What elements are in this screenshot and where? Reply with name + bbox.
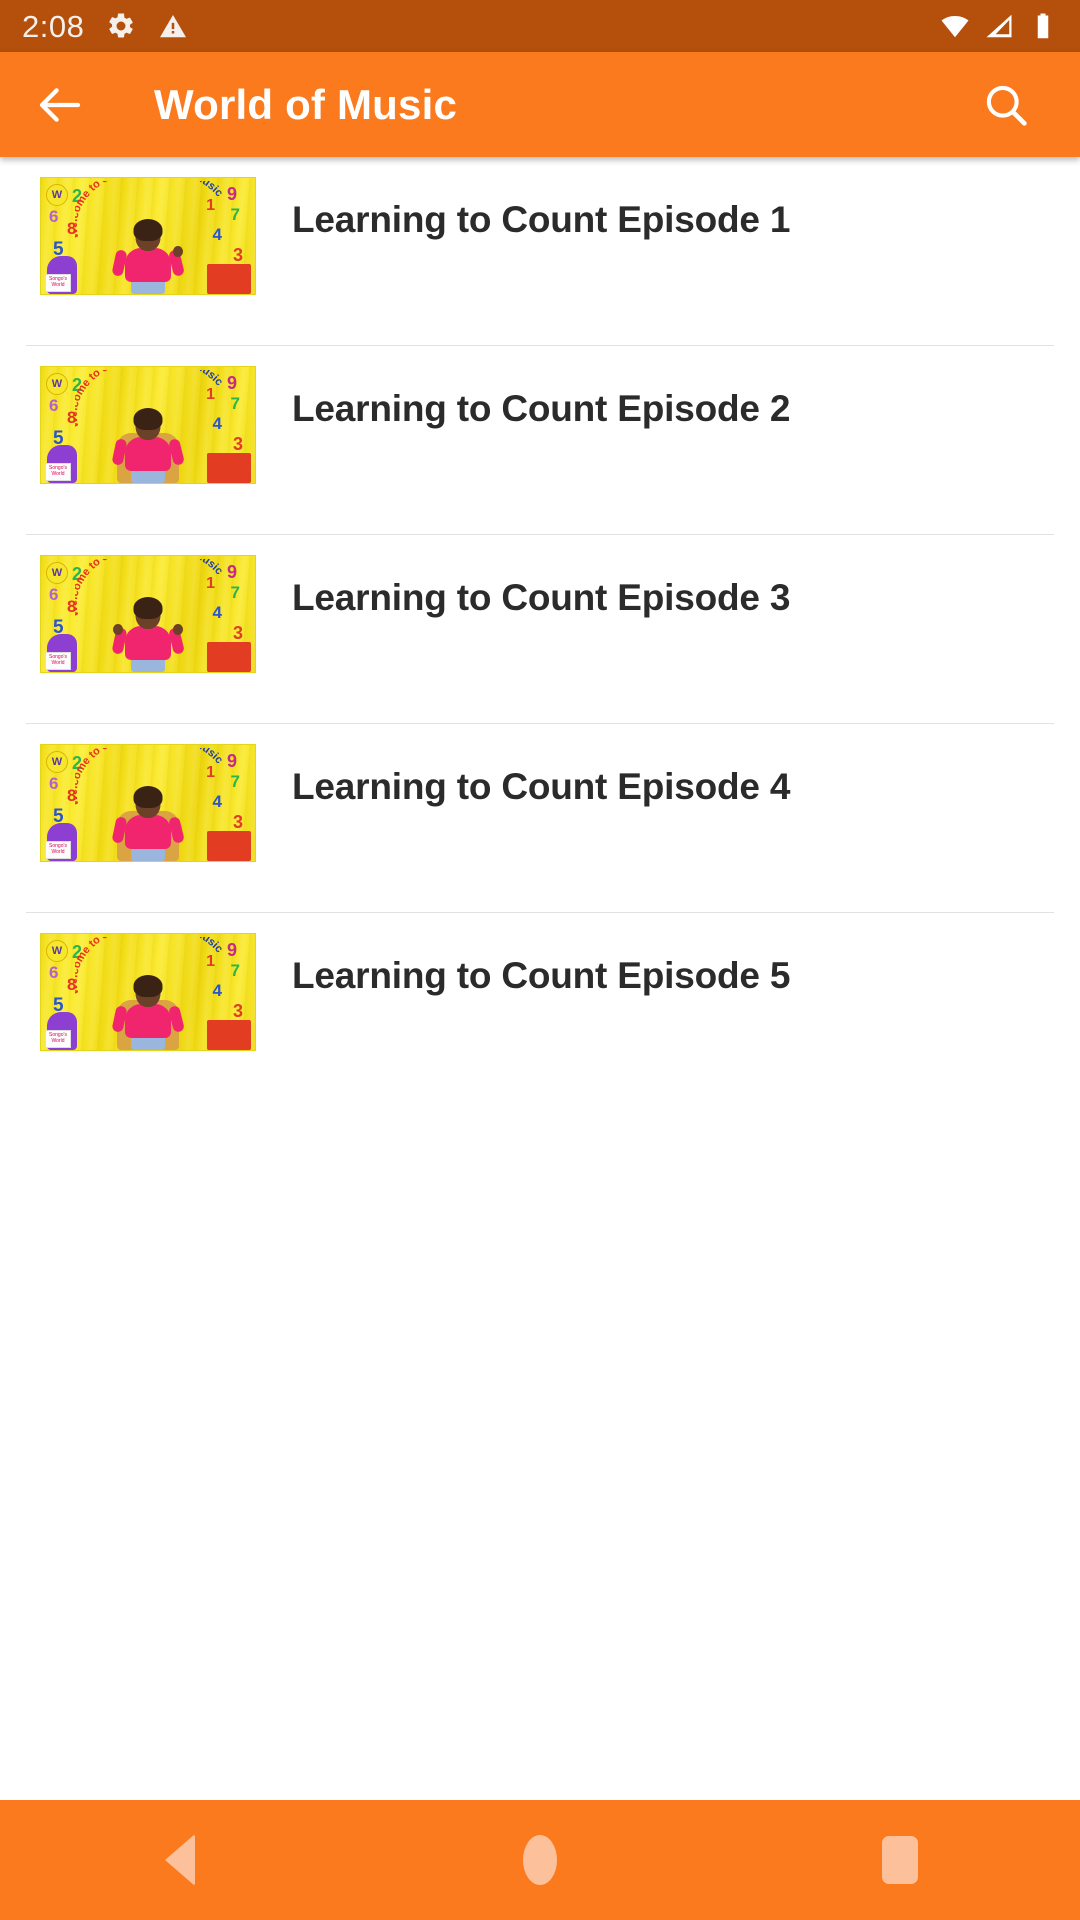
list-item-title: Learning to Count Episode 3	[292, 577, 791, 618]
thumb-number-7: 7	[230, 961, 240, 980]
settings-gear-icon	[109, 13, 134, 38]
channel-logo: Songo's World	[45, 274, 71, 292]
triangle-back-icon	[165, 1834, 195, 1886]
episode-list[interactable]: W 2 6 8 5 9 1 7 4 3 Welcome to Songo's W…	[0, 157, 1080, 1800]
thumb-number-3: 3	[232, 1001, 243, 1021]
presenter-figure	[111, 219, 185, 294]
thumb-number-7: 7	[230, 205, 240, 224]
presenter-figure	[111, 975, 185, 1050]
system-navigation-bar	[0, 1800, 1080, 1920]
toy-box-prop	[207, 1020, 251, 1050]
songo-badge-icon: W	[46, 373, 68, 395]
nav-back-button[interactable]	[80, 1800, 280, 1920]
list-item[interactable]: W 2 6 8 5 9 1 7 4 3 Welcome to Songo's W…	[0, 724, 1080, 913]
thumbnail-art: W 2 6 8 5 9 1 7 4 3 Welcome to Songo's W…	[41, 556, 255, 672]
search-button[interactable]	[954, 52, 1058, 157]
list-item[interactable]: W 2 6 8 5 9 1 7 4 3 Welcome to Songo's W…	[0, 346, 1080, 535]
thumbnail-art: W 2 6 8 5 9 1 7 4 3 Welcome to Songo's W…	[41, 178, 255, 294]
thumb-number-6: 6	[49, 963, 59, 982]
thumb-number-3: 3	[232, 623, 243, 643]
thumb-number-3: 3	[232, 434, 243, 454]
thumb-number-6: 6	[49, 585, 59, 604]
songo-badge-icon: W	[46, 562, 68, 584]
list-item[interactable]: W 2 6 8 5 9 1 7 4 3 Welcome to Songo's W…	[0, 535, 1080, 724]
circle-home-icon	[523, 1835, 557, 1885]
status-bar-left: 2:08	[22, 11, 940, 42]
episode-thumbnail[interactable]: W 2 6 8 5 9 1 7 4 3 Welcome to Songo's W…	[40, 366, 256, 484]
warning-triangle-icon	[160, 15, 187, 38]
app-bar: World of Music	[0, 52, 1080, 157]
thumb-number-7: 7	[230, 772, 240, 791]
status-bar-clock: 2:08	[22, 8, 85, 44]
thumb-number-6: 6	[49, 207, 59, 226]
search-icon	[986, 85, 1027, 126]
thumbnail-art: W 2 6 8 5 9 1 7 4 3 Welcome to Songo's W…	[41, 367, 255, 483]
songo-badge-icon: W	[46, 184, 68, 206]
battery-icon	[1037, 13, 1049, 39]
channel-logo: Songo's World	[45, 652, 71, 670]
thumbnail-art: W 2 6 8 5 9 1 7 4 3 Welcome to Songo's W…	[41, 934, 255, 1050]
cellular-signal-icon	[986, 14, 1012, 38]
thumb-number-7: 7	[230, 583, 240, 602]
toy-box-prop	[207, 453, 251, 483]
thumb-number-9: 9	[226, 940, 237, 960]
thumb-number-3: 3	[232, 245, 243, 265]
list-item[interactable]: W 2 6 8 5 9 1 7 4 3 Welcome to Songo's W…	[0, 913, 1080, 1102]
presenter-figure	[111, 786, 185, 861]
presenter-figure	[111, 597, 185, 672]
presenter-figure	[111, 408, 185, 483]
channel-logo: Songo's World	[45, 841, 71, 859]
nav-recents-button[interactable]	[800, 1800, 1000, 1920]
episode-thumbnail[interactable]: W 2 6 8 5 9 1 7 4 3 Welcome to Songo's W…	[40, 744, 256, 862]
songo-badge-icon: W	[46, 751, 68, 773]
list-item-title: Learning to Count Episode 2	[292, 388, 791, 429]
back-button[interactable]	[12, 52, 108, 157]
list-item-title: Learning to Count Episode 4	[292, 766, 791, 807]
episode-thumbnail[interactable]: W 2 6 8 5 9 1 7 4 3 Welcome to Songo's W…	[40, 177, 256, 295]
list-item-title: Learning to Count Episode 1	[292, 199, 791, 240]
thumb-number-6: 6	[49, 396, 59, 415]
episode-thumbnail[interactable]: W 2 6 8 5 9 1 7 4 3 Welcome to Songo's W…	[40, 933, 256, 1051]
status-bar-right	[940, 11, 1058, 41]
toy-box-prop	[207, 642, 251, 672]
thumbnail-art: W 2 6 8 5 9 1 7 4 3 Welcome to Songo's W…	[41, 745, 255, 861]
wifi-icon	[941, 16, 969, 38]
nav-home-button[interactable]	[440, 1800, 640, 1920]
page-title: World of Music	[154, 80, 458, 128]
toy-box-prop	[207, 831, 251, 861]
status-bar: 2:08	[0, 0, 1080, 52]
channel-logo: Songo's World	[45, 1030, 71, 1048]
thumb-number-9: 9	[226, 184, 237, 204]
thumb-number-6: 6	[49, 774, 59, 793]
channel-logo: Songo's World	[45, 463, 71, 481]
episode-thumbnail[interactable]: W 2 6 8 5 9 1 7 4 3 Welcome to Songo's W…	[40, 555, 256, 673]
square-recents-icon	[882, 1836, 918, 1884]
toy-box-prop	[207, 264, 251, 294]
thumb-number-7: 7	[230, 394, 240, 413]
thumb-number-9: 9	[226, 562, 237, 582]
thumb-number-3: 3	[232, 812, 243, 832]
arrow-back-icon	[39, 87, 81, 122]
thumb-number-9: 9	[226, 373, 237, 393]
songo-badge-icon: W	[46, 940, 68, 962]
list-item[interactable]: W 2 6 8 5 9 1 7 4 3 Welcome to Songo's W…	[0, 157, 1080, 346]
thumb-number-9: 9	[226, 751, 237, 771]
list-item-title: Learning to Count Episode 5	[292, 955, 791, 996]
